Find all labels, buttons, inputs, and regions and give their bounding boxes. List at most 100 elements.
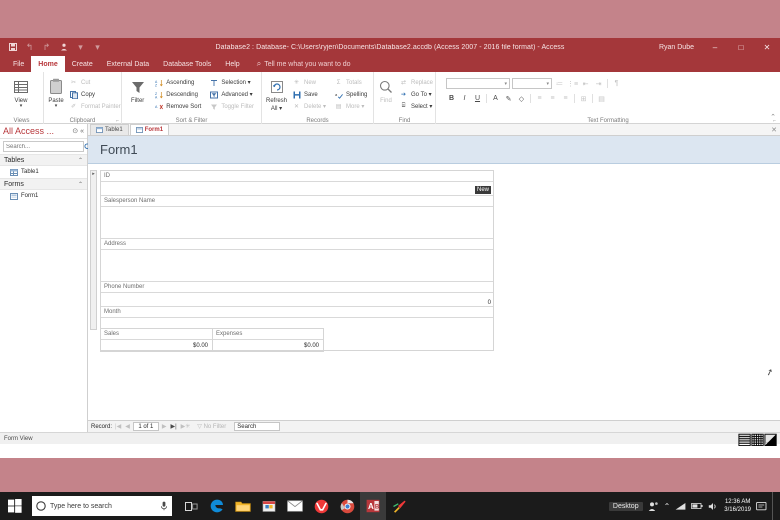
sort-ascending-button[interactable]: AZ Ascending xyxy=(151,77,204,88)
task-view-icon[interactable] xyxy=(178,492,204,520)
replace-button[interactable]: ⇄ Replace xyxy=(396,77,436,88)
record-selector-bar[interactable]: ▸ xyxy=(90,170,97,330)
refresh-all-button[interactable]: Refresh All ▾ xyxy=(266,75,287,112)
delete-record-button[interactable]: ✕ Delete ▾ xyxy=(289,101,329,112)
mail-icon[interactable] xyxy=(282,492,308,520)
volume-icon[interactable] xyxy=(708,502,719,511)
selection-button[interactable]: Selection ▾ xyxy=(206,77,257,88)
minimize-button[interactable]: – xyxy=(702,38,728,56)
spelling-button[interactable]: a Spelling xyxy=(331,89,370,100)
find-button[interactable]: Find xyxy=(378,75,394,104)
nav-group-tables[interactable]: Tables ⌃ xyxy=(0,154,87,166)
bullets-button[interactable]: ≔ xyxy=(554,78,565,89)
fill-color-button[interactable]: ◇ xyxy=(516,93,527,104)
gridlines-button[interactable]: ▤ xyxy=(596,93,607,104)
more-button[interactable]: ▤ More ▾ xyxy=(331,101,370,112)
start-icon[interactable] xyxy=(0,492,30,520)
design-view-button[interactable]: ◪ xyxy=(763,431,778,448)
nav-group-forms[interactable]: Forms ⌃ xyxy=(0,178,87,190)
increase-indent-button[interactable]: ⇥ xyxy=(593,78,604,89)
go-to-button[interactable]: ➔ Go To ▾ xyxy=(396,89,436,100)
close-document-button[interactable]: ✕ xyxy=(771,126,777,134)
battery-icon[interactable] xyxy=(691,502,703,510)
paste-button[interactable]: Paste ▾ xyxy=(48,75,64,109)
show-desktop-button[interactable] xyxy=(772,492,776,520)
nav-item-table1[interactable]: Table1 xyxy=(0,166,87,178)
column-header-sales[interactable]: Sales xyxy=(101,329,212,340)
navigation-pane-collapse-icon[interactable]: « xyxy=(78,128,84,135)
numbering-button[interactable]: ⋮≡ xyxy=(567,78,578,89)
navigation-pane-header[interactable]: All Access ... ⊙ « xyxy=(0,124,87,139)
underline-button[interactable]: U xyxy=(472,93,483,104)
first-record-button[interactable]: |◀ xyxy=(114,423,122,430)
user-account-name[interactable]: Ryan Dube xyxy=(659,44,694,51)
people-icon[interactable] xyxy=(648,501,659,512)
paste-dropdown-caret[interactable]: ▾ xyxy=(55,104,58,109)
field-input-address[interactable] xyxy=(101,250,493,282)
ribbon-tab-home[interactable]: Home xyxy=(31,56,65,72)
view-dropdown-caret[interactable]: ▾ xyxy=(20,104,23,109)
column-header-expenses[interactable]: Expenses xyxy=(213,329,323,340)
ribbon-tab-help[interactable]: Help xyxy=(218,56,246,72)
font-size-combo[interactable]: ▾ xyxy=(512,78,552,89)
ribbon-tab-create[interactable]: Create xyxy=(65,56,100,72)
desktop-peek-label[interactable]: Desktop xyxy=(608,501,643,511)
notifications-icon[interactable] xyxy=(756,501,767,512)
taskbar-clock[interactable]: 12:36 AM 3/16/2019 xyxy=(724,498,751,514)
microphone-icon[interactable] xyxy=(160,501,168,511)
refresh-all-label2[interactable]: All ▾ xyxy=(271,105,282,112)
view-button[interactable]: View ▾ xyxy=(4,75,38,109)
format-painter-button[interactable]: ✐ Format Painter xyxy=(66,101,124,112)
layout-view-button[interactable]: ▦ xyxy=(750,431,765,448)
chrome-icon[interactable] xyxy=(334,492,360,520)
chevron-up-icon[interactable]: ⌃ xyxy=(664,502,671,511)
chevron-up-icon[interactable]: ⌃ xyxy=(78,157,83,164)
maximize-button[interactable]: □ xyxy=(728,38,754,56)
network-icon[interactable] xyxy=(675,502,686,511)
cut-button[interactable]: ✂ Cut xyxy=(66,77,124,88)
new-record-button[interactable]: ✳ New xyxy=(289,77,329,88)
align-right-button[interactable]: ≡ xyxy=(560,93,571,104)
taskbar-search-box[interactable]: Type here to search xyxy=(32,496,172,516)
copy-button[interactable]: Copy xyxy=(66,89,124,100)
ribbon-tab-external-data[interactable]: External Data xyxy=(100,56,156,72)
next-record-button[interactable]: ▶ xyxy=(161,423,168,430)
align-left-button[interactable]: ≡ xyxy=(534,93,545,104)
decrease-indent-button[interactable]: ⇤ xyxy=(580,78,591,89)
rtl-button[interactable]: ¶ xyxy=(611,78,622,89)
filter-status[interactable]: ▽ No Filter xyxy=(197,423,226,430)
italic-button[interactable]: I xyxy=(459,93,470,104)
document-tab-form1[interactable]: Form1 xyxy=(129,124,170,135)
field-input-phone-number[interactable]: 0 xyxy=(101,293,493,307)
record-search-input[interactable]: Search xyxy=(234,422,281,431)
field-input-salesperson-name[interactable] xyxy=(101,207,493,239)
column-value-sales[interactable]: $0.00 xyxy=(101,340,212,351)
new-record-button[interactable]: ▶✳ xyxy=(180,423,192,430)
totals-button[interactable]: Σ Totals xyxy=(331,77,370,88)
ribbon-tab-file[interactable]: File xyxy=(6,56,31,72)
record-position-input[interactable]: 1 of 1 xyxy=(132,422,159,431)
column-value-expenses[interactable]: $0.00 xyxy=(213,340,323,351)
access-icon[interactable]: AB xyxy=(360,492,386,520)
form-view-button[interactable]: ▤ xyxy=(737,431,752,448)
search-input[interactable] xyxy=(6,143,84,150)
align-center-button[interactable]: ≡ xyxy=(547,93,558,104)
edge-icon[interactable] xyxy=(204,492,230,520)
bold-button[interactable]: B xyxy=(446,93,457,104)
select-button[interactable]: ⌸ Select ▾ xyxy=(396,101,436,112)
tell-me-search[interactable]: ⌕ Tell me what you want to do xyxy=(257,59,351,69)
navigation-search-box[interactable] xyxy=(3,141,92,152)
datasheet-format-button[interactable]: ⊞ xyxy=(578,93,589,104)
highlight-color-button[interactable]: ✎ xyxy=(503,93,514,104)
document-tab-table1[interactable]: Table1 xyxy=(90,124,129,135)
close-button[interactable]: ✕ xyxy=(754,38,780,56)
font-color-button[interactable]: A xyxy=(490,93,501,104)
advanced-filter-button[interactable]: Advanced ▾ xyxy=(206,89,257,100)
ribbon-tab-database-tools[interactable]: Database Tools xyxy=(156,56,218,72)
microsoft-store-icon[interactable] xyxy=(256,492,282,520)
sort-descending-button[interactable]: ZA Descending xyxy=(151,89,204,100)
toggle-filter-button[interactable]: Toggle Filter xyxy=(206,101,257,112)
filter-button[interactable]: Filter xyxy=(126,75,149,104)
nav-item-form1[interactable]: Form1 xyxy=(0,190,87,202)
remove-sort-button[interactable]: A Remove Sort xyxy=(151,101,204,112)
